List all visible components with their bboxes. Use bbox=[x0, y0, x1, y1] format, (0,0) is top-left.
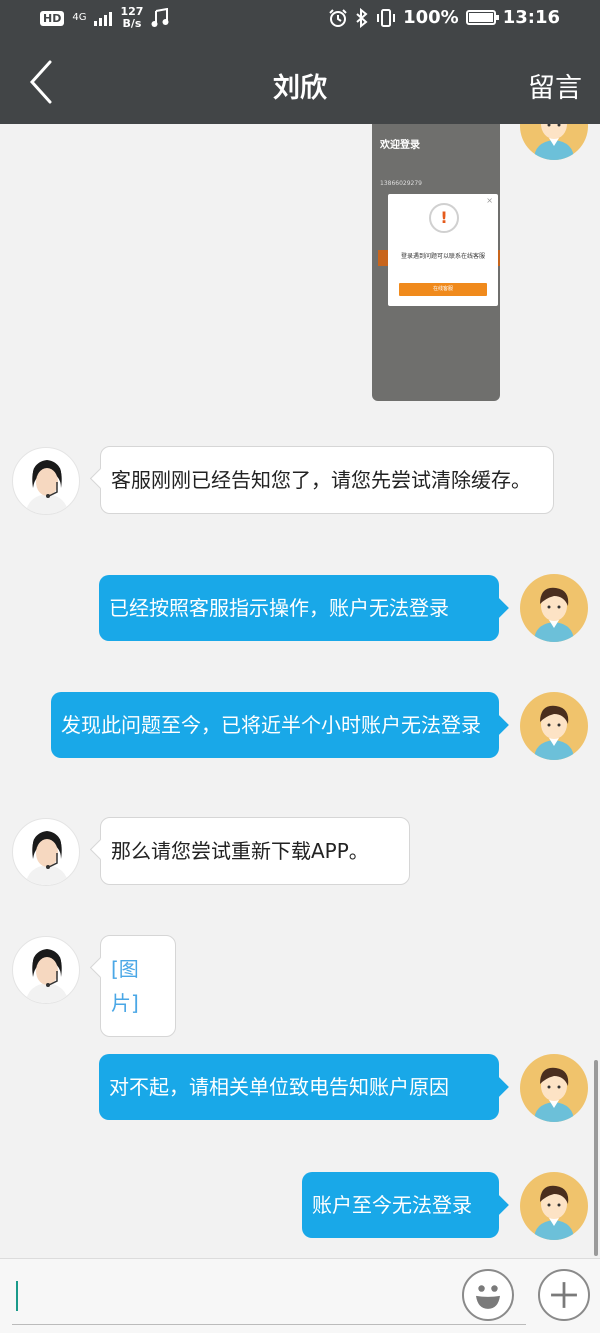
user-avatar[interactable] bbox=[520, 574, 588, 642]
user-avatar[interactable] bbox=[520, 692, 588, 760]
image-close-icon: × bbox=[486, 196, 493, 205]
message-bubble: 客服刚刚已经告知您了，请您先尝试清除缓存。 bbox=[100, 446, 554, 514]
alarm-icon bbox=[329, 8, 347, 27]
leave-message-button[interactable]: 留言 bbox=[528, 66, 582, 105]
message-bubble: 账户至今无法登录 bbox=[302, 1172, 499, 1238]
message-text: 账户至今无法登录 bbox=[312, 1193, 472, 1217]
message-bubble: 对不起，请相关单位致电告知账户原因 bbox=[99, 1054, 499, 1120]
message-text: 那么请您尝试重新下载APP。 bbox=[111, 839, 369, 863]
speed-unit: B/s bbox=[122, 17, 142, 30]
image-dialog: × ! 登录遇到问题可以联系在线客服 在线客服 bbox=[388, 194, 498, 306]
text-cursor bbox=[16, 1281, 18, 1311]
message-text: 客服刚刚已经告知您了，请您先尝试清除缓存。 bbox=[111, 468, 531, 492]
battery-percent: 100% bbox=[403, 7, 459, 28]
status-left: HD 4G 127 B/s bbox=[40, 6, 169, 30]
message-bubble: 发现此问题至今，已将近半个小时账户无法登录 bbox=[51, 692, 499, 758]
message-text: 发现此问题至今，已将近半个小时账户无法登录 bbox=[61, 713, 481, 737]
chat-scrollbar[interactable] bbox=[594, 1060, 598, 1256]
user-avatar[interactable] bbox=[520, 1172, 588, 1240]
message-text: 对不起，请相关单位致电告知账户原因 bbox=[109, 1075, 449, 1099]
emoji-icon[interactable] bbox=[462, 1269, 514, 1321]
image-message[interactable]: 欢迎登录 13866029279 × ! 登录遇到问题可以联系在线客服 在线客服 bbox=[372, 124, 500, 401]
image-welcome-text: 欢迎登录 bbox=[380, 140, 420, 151]
chat-area[interactable]: 欢迎登录 13866029279 × ! 登录遇到问题可以联系在线客服 在线客服… bbox=[0, 124, 600, 1258]
network-type: 4G bbox=[72, 12, 87, 23]
status-bar: HD 4G 127 B/s 100% 13:16 bbox=[0, 0, 600, 40]
image-dialog-button: 在线客服 bbox=[399, 283, 487, 296]
chat-title: 刘欣 bbox=[273, 73, 327, 104]
music-note-icon bbox=[151, 8, 169, 27]
image-dialog-message: 登录遇到问题可以联系在线客服 bbox=[400, 253, 485, 260]
input-bar bbox=[0, 1258, 600, 1333]
clock: 13:16 bbox=[502, 7, 560, 28]
message-bubble[interactable]: [图片] bbox=[100, 935, 176, 1037]
battery-icon bbox=[465, 10, 499, 25]
hd-badge: HD bbox=[40, 10, 65, 26]
image-placeholder-link[interactable]: [图片] bbox=[111, 957, 139, 1015]
exclamation-icon: ! bbox=[429, 203, 459, 233]
bluetooth-icon bbox=[356, 7, 368, 28]
user-avatar[interactable] bbox=[520, 124, 588, 160]
network-speed: 127 B/s bbox=[120, 6, 143, 30]
image-phone-number: 13866029279 bbox=[380, 180, 422, 187]
agent-avatar[interactable] bbox=[12, 818, 80, 886]
message-text: 已经按照客服指示操作，账户无法登录 bbox=[109, 596, 449, 620]
nav-bar: 刘欣 留言 bbox=[0, 40, 600, 124]
message-bubble: 已经按照客服指示操作，账户无法登录 bbox=[99, 575, 499, 641]
user-avatar[interactable] bbox=[520, 1054, 588, 1122]
plus-icon[interactable] bbox=[538, 1269, 590, 1321]
agent-avatar[interactable] bbox=[12, 447, 80, 515]
message-input[interactable] bbox=[12, 1269, 526, 1325]
message-bubble: 那么请您尝试重新下载APP。 bbox=[100, 817, 410, 885]
signal-icon bbox=[94, 10, 113, 26]
vibrate-icon bbox=[377, 8, 396, 27]
agent-avatar[interactable] bbox=[12, 936, 80, 1004]
status-right: 100% 13:16 bbox=[328, 7, 560, 28]
